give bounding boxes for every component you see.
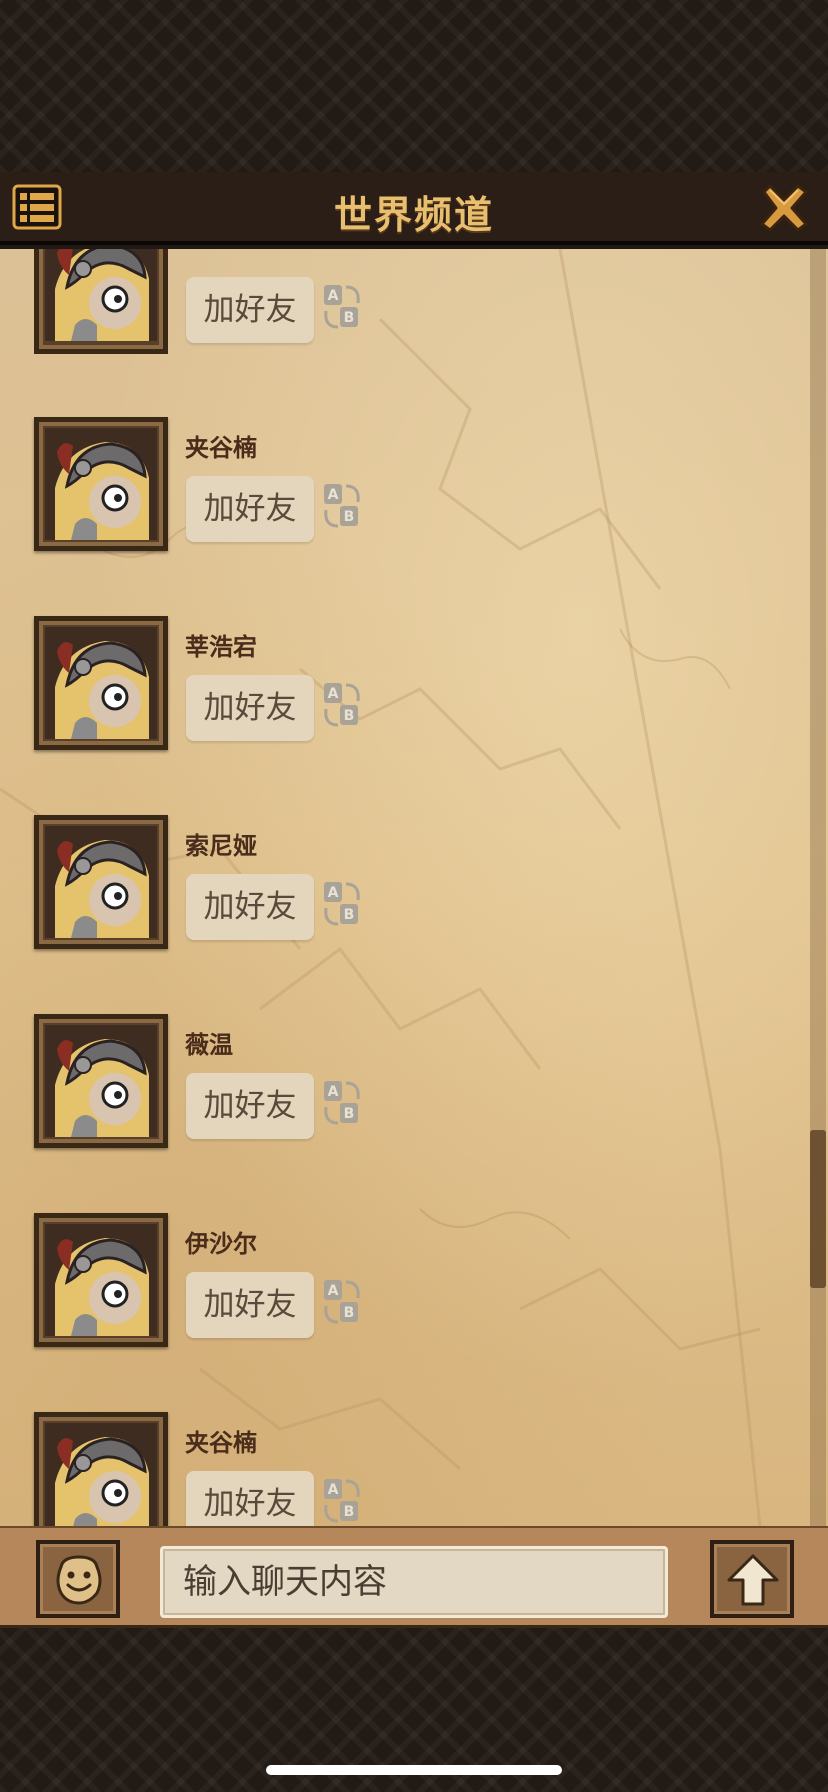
translate-ab-icon[interactable]: A B — [320, 1278, 364, 1326]
helmet-character-icon — [45, 826, 157, 938]
helmet-character-icon — [45, 627, 157, 739]
username[interactable]: 莘浩宕 — [185, 627, 257, 662]
translate-ab-icon[interactable]: A B — [320, 283, 364, 331]
svg-text:B: B — [344, 509, 355, 525]
close-button[interactable] — [756, 180, 812, 236]
close-x-icon — [760, 184, 808, 232]
avatar[interactable] — [34, 417, 168, 551]
message-bubble[interactable]: 加好友 — [186, 277, 314, 343]
helmet-character-icon — [45, 428, 157, 540]
username[interactable]: 索尼娅 — [185, 826, 257, 861]
page-title: 世界频道 — [333, 193, 494, 237]
svg-text:A: A — [328, 885, 339, 901]
emoji-face-icon — [56, 1555, 102, 1605]
menu-button[interactable] — [12, 184, 62, 230]
message-bubble[interactable]: 加好友 — [186, 675, 314, 741]
username[interactable]: 伊沙尔 — [185, 1224, 257, 1259]
svg-text:A: A — [328, 1283, 339, 1299]
scrollbar-thumb[interactable] — [810, 1130, 826, 1288]
translate-ab-icon[interactable]: A B — [320, 1079, 364, 1127]
avatar[interactable] — [34, 1213, 168, 1347]
send-button[interactable] — [710, 1540, 794, 1618]
helmet-character-icon — [45, 1025, 157, 1137]
svg-text:A: A — [328, 288, 339, 304]
svg-text:B: B — [344, 310, 355, 326]
username[interactable]: 薇温 — [185, 1025, 233, 1060]
message-bubble[interactable]: 加好友 — [186, 476, 314, 542]
list-menu-icon — [12, 184, 62, 230]
translate-ab-icon[interactable]: A B — [320, 880, 364, 928]
scrollbar-track[interactable] — [810, 249, 826, 1526]
message-bubble[interactable]: 加好友 — [186, 1471, 314, 1526]
svg-text:B: B — [344, 907, 355, 923]
message-bubble[interactable]: 加好友 — [186, 874, 314, 940]
translate-ab-icon[interactable]: A B — [320, 482, 364, 530]
avatar[interactable] — [34, 1412, 168, 1526]
username[interactable]: 夹谷楠 — [185, 1423, 257, 1458]
svg-text:B: B — [344, 1106, 355, 1122]
header-bar: 世界频道 — [0, 172, 828, 245]
avatar[interactable] — [34, 616, 168, 750]
chat-message — [0, 0, 800, 170]
helmet-character-icon — [45, 249, 157, 341]
svg-text:B: B — [344, 708, 355, 724]
home-indicator[interactable] — [266, 1765, 562, 1775]
helmet-character-icon — [45, 1423, 157, 1526]
svg-text:A: A — [328, 487, 339, 503]
svg-text:A: A — [328, 686, 339, 702]
svg-text:A: A — [328, 1482, 339, 1498]
translate-ab-icon[interactable]: A B — [320, 681, 364, 729]
avatar[interactable] — [34, 815, 168, 949]
emoji-button[interactable] — [36, 1540, 120, 1618]
svg-text:B: B — [344, 1504, 355, 1520]
svg-text:A: A — [328, 1084, 339, 1100]
message-bubble[interactable]: 加好友 — [186, 1272, 314, 1338]
chat-message-input[interactable] — [160, 1546, 668, 1618]
translate-ab-icon[interactable]: A B — [320, 1477, 364, 1525]
svg-text:B: B — [344, 1305, 355, 1321]
up-arrow-send-icon — [727, 1554, 779, 1606]
avatar[interactable] — [34, 1014, 168, 1148]
helmet-character-icon — [45, 1224, 157, 1336]
message-bubble[interactable]: 加好友 — [186, 1073, 314, 1139]
username[interactable]: 夹谷楠 — [185, 428, 257, 463]
